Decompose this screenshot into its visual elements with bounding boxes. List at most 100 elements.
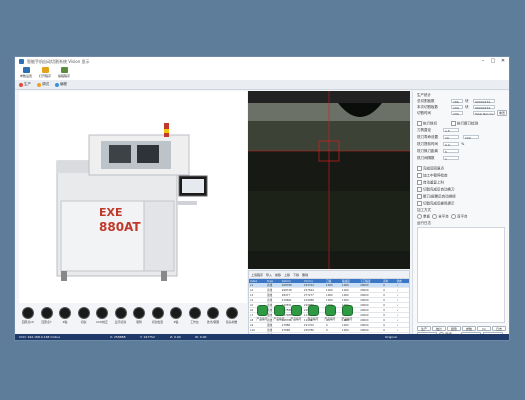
- option-checkbox[interactable]: [417, 166, 422, 171]
- toolbar-open-program[interactable]: 打开程序: [36, 67, 54, 78]
- option-checkbox[interactable]: [417, 194, 422, 199]
- upload-program-button[interactable]: 上载程序: [251, 273, 263, 277]
- bottom-action-button[interactable]: 切割位置: [149, 307, 167, 324]
- action-circle-icon: [207, 307, 219, 319]
- stat-time-value2[interactable]: Total Nm:ms: [473, 111, 495, 116]
- bottom-action-button[interactable]: 镜头补偿: [223, 307, 241, 324]
- move-up-button[interactable]: 上移: [284, 273, 290, 277]
- program-icon: [55, 82, 59, 87]
- run-log-label: 运行日志: [417, 221, 431, 225]
- action-circle-icon: [114, 307, 127, 319]
- tool-interval-label: 铣刀间隔数: [417, 156, 435, 160]
- panel-tab[interactable]: 参数: [462, 326, 476, 331]
- panel-tab[interactable]: 生产: [417, 326, 431, 331]
- window-title: 智能手机自动切割系统 Vision 显示: [27, 59, 90, 64]
- machine-image: EXE 880AT: [56, 123, 208, 281]
- bottom-action-button[interactable]: 切割: [75, 307, 93, 324]
- option-item[interactable]: 自动重复上料: [417, 180, 444, 186]
- forward-button[interactable]: 前移: [275, 273, 281, 277]
- option-break-detect[interactable]: 执行断刀检测: [451, 121, 478, 127]
- tool-diameter-input[interactable]: 1.5: [443, 128, 459, 133]
- option-item[interactable]: 完成后回原点: [417, 166, 444, 172]
- work-mode-options: 单板 全平台 双平台: [417, 214, 467, 220]
- bottom-action-button[interactable]: Z轴: [56, 307, 74, 324]
- tool-life-label: 铣刀寿命设置: [417, 135, 438, 139]
- machine-view: EXE 880AT: [19, 91, 247, 303]
- green-action-button[interactable]: 产品编号: [306, 305, 320, 321]
- stat-time-value[interactable]: 230: [451, 111, 463, 116]
- option-checkbox[interactable]: [417, 187, 422, 192]
- green-action-button[interactable]: 产品编号: [289, 305, 303, 321]
- close-icon[interactable]: ✕: [500, 58, 506, 64]
- work-mode-radio-1[interactable]: [432, 214, 438, 219]
- option-item[interactable]: 加工中暂停检查: [417, 173, 448, 179]
- green-action-button[interactable]: 产品编号: [323, 305, 337, 321]
- bottom-action-button[interactable]: 吸附: [130, 307, 148, 324]
- tool-interval-input[interactable]: 1: [443, 156, 459, 161]
- status-ccd: CCD: 192.168.0.168 Online: [19, 335, 61, 339]
- bottom-action-button[interactable]: Z轴: [167, 307, 185, 324]
- settings-icon: [22, 67, 30, 73]
- maximize-icon[interactable]: □: [490, 58, 496, 64]
- tab-production[interactable]: 生产: [19, 81, 31, 88]
- tab-programming[interactable]: 编程: [55, 81, 67, 88]
- tool-advance-input[interactable]: 0.0: [443, 142, 459, 147]
- bottom-action-button[interactable]: 工作台: [186, 307, 204, 324]
- option-checkbox[interactable]: [417, 180, 422, 185]
- option-item[interactable]: 切割完成后自动换刀: [417, 187, 455, 193]
- action-circle-icon: [170, 307, 182, 319]
- panel-tab[interactable]: 报警: [447, 326, 461, 331]
- tool-life-input[interactable]: 10: [443, 135, 459, 140]
- bottom-action-button[interactable]: 显示切割: [112, 307, 130, 324]
- debug-icon: [37, 82, 41, 87]
- option-checkbox[interactable]: [417, 201, 422, 206]
- action-circle-icon: [225, 307, 238, 319]
- green-square-icon: [290, 305, 302, 316]
- camera-view: [248, 91, 410, 269]
- option-item[interactable]: 断刀/报警后自动继续: [417, 194, 456, 200]
- stat-total-value2[interactable]: 00002434: [473, 99, 495, 104]
- move-down-button[interactable]: 下移: [293, 273, 299, 277]
- machine-brand: EXE: [99, 206, 123, 219]
- green-action-button[interactable]: 产品编号: [255, 305, 269, 321]
- panel-tab[interactable]: 统计: [432, 326, 446, 331]
- stat-current-value[interactable]: 100: [451, 105, 463, 110]
- play-icon: [19, 82, 23, 87]
- stat-current-value2[interactable]: 00002434: [473, 105, 495, 110]
- bottom-action-button[interactable]: CCD校正: [93, 307, 111, 324]
- green-action-button[interactable]: 产品编号: [340, 305, 354, 321]
- option-item[interactable]: 切割完成后蜂鸣提示: [417, 201, 455, 207]
- panel-heading: 生产统计: [417, 93, 431, 97]
- bottom-action-button[interactable]: 激光/取图: [204, 307, 222, 324]
- bottom-action-button[interactable]: 回原点Y: [38, 307, 56, 324]
- edit-icon: [60, 67, 68, 73]
- tab-debug[interactable]: 调试: [37, 81, 49, 88]
- panel-tab[interactable]: 日志: [492, 326, 506, 331]
- option-checkbox[interactable]: [417, 173, 422, 178]
- reset-stats-button[interactable]: 重置: [497, 110, 507, 116]
- tool-life-input2[interactable]: 120: [463, 135, 479, 140]
- work-mode-radio-0[interactable]: [417, 214, 422, 219]
- toolbar-parameter-settings[interactable]: 参数设置: [17, 67, 35, 78]
- panel-tab[interactable]: IO: [477, 326, 491, 331]
- minimize-icon[interactable]: –: [480, 58, 486, 64]
- tool-change-input[interactable]: 5: [443, 149, 459, 154]
- status-bar: CCD: 192.168.0.168 Online X: 258888 Y: 1…: [15, 334, 509, 340]
- green-action-button[interactable]: 产品编号: [272, 305, 286, 321]
- delete-button[interactable]: 删除: [302, 273, 308, 277]
- status-right: Original: [385, 335, 397, 339]
- action-circle-icon: [133, 307, 145, 319]
- action-circle-icon: [77, 307, 90, 319]
- mill-checkbox[interactable]: [417, 121, 422, 126]
- app-logo-icon: [19, 59, 24, 64]
- import-button[interactable]: 导入: [266, 273, 272, 277]
- break-detect-checkbox[interactable]: [451, 121, 456, 126]
- work-mode-radio-2[interactable]: [450, 214, 456, 219]
- bottom-action-button[interactable]: 回原点(X): [19, 307, 37, 324]
- stat-total-value[interactable]: 186: [451, 99, 463, 104]
- action-circle-icon: [96, 307, 108, 319]
- run-log-area[interactable]: [417, 227, 505, 323]
- option-mill[interactable]: 执行铣切: [417, 121, 437, 127]
- toolbar-edit-program[interactable]: 编程程序: [55, 67, 73, 78]
- action-circle-icon: [151, 307, 164, 319]
